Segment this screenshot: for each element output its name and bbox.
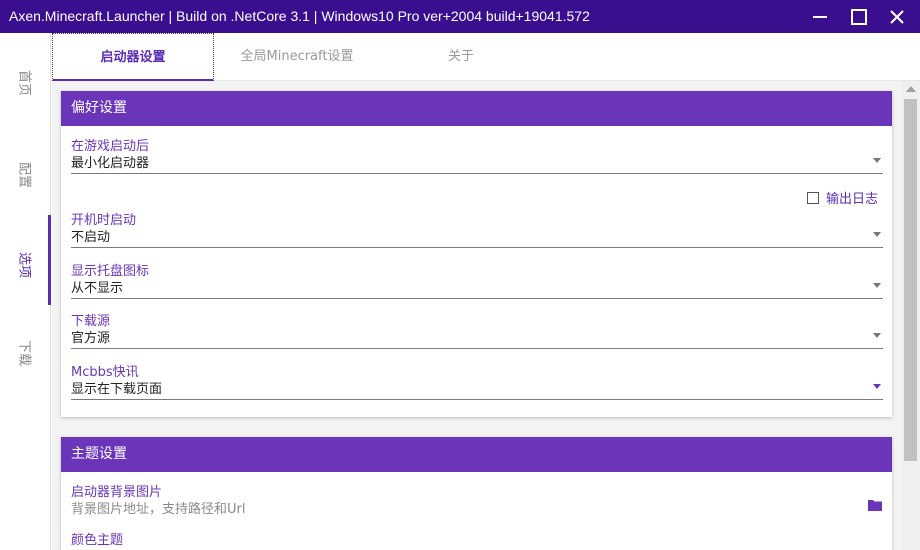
mcbbs-news-value: 显示在下载页面 — [71, 382, 163, 397]
chevron-down-icon — [873, 333, 881, 338]
field-underline — [71, 173, 883, 174]
sidebar-item-label: 选项 — [16, 252, 32, 279]
sidebar-item-download[interactable]: 下载 — [0, 303, 51, 393]
checkbox-box[interactable] — [807, 192, 819, 204]
color-theme-label: 颜色主题 — [71, 533, 124, 548]
mcbbs-news-select[interactable]: Mcbbs快讯 显示在下载页面 — [71, 361, 883, 401]
chevron-down-icon — [873, 283, 881, 288]
sidebar-item-home[interactable]: 首页 — [0, 33, 51, 123]
field-underline — [71, 298, 883, 299]
maximize-icon — [851, 9, 867, 25]
field-underline — [71, 399, 883, 400]
chevron-down-icon — [873, 384, 881, 389]
output-log-checkbox[interactable]: 输出日志 — [807, 188, 878, 207]
download-source-label: 下载源 — [71, 314, 111, 329]
chevron-down-icon — [873, 158, 881, 163]
tray-icon-select[interactable]: 显示托盘图标 从不显示 — [71, 260, 883, 300]
download-source-value: 官方源 — [71, 331, 111, 346]
after-launch-value: 最小化启动器 — [71, 156, 150, 171]
tab-about[interactable]: 关于 — [380, 33, 542, 81]
tab-global-minecraft-settings[interactable]: 全局Minecraft设置 — [216, 33, 378, 81]
tab-bar: 启动器设置 全局Minecraft设置 关于 — [52, 33, 920, 81]
download-source-select[interactable]: 下载源 官方源 — [71, 310, 883, 350]
color-theme-field[interactable]: 颜色主题 — [71, 529, 883, 550]
title-bar: Axen.Minecraft.Launcher | Build on .NetC… — [0, 0, 920, 33]
preferences-card: 偏好设置 在游戏启动后 最小化启动器 输出日志 开机时启动 不启动 显示托盘图标… — [61, 91, 892, 417]
minimize-icon — [813, 16, 827, 18]
sidebar-item-config[interactable]: 配置 — [0, 125, 51, 215]
preferences-header: 偏好设置 — [61, 91, 892, 126]
scroll-up-arrow-icon[interactable] — [906, 86, 916, 92]
chevron-down-icon — [873, 232, 881, 237]
tray-icon-label: 显示托盘图标 — [71, 264, 150, 279]
settings-content: 偏好设置 在游戏启动后 最小化启动器 输出日志 开机时启动 不启动 显示托盘图标… — [52, 81, 902, 550]
background-image-placeholder: 背景图片地址，支持路径和Url — [71, 502, 246, 517]
close-icon — [890, 10, 904, 24]
sidebar-item-label: 首页 — [16, 70, 32, 97]
output-log-label: 输出日志 — [826, 192, 879, 207]
maximize-button[interactable] — [842, 0, 875, 33]
field-underline — [71, 348, 883, 349]
vertical-scrollbar[interactable] — [902, 81, 920, 550]
theme-header: 主题设置 — [61, 437, 892, 472]
background-image-input[interactable]: 启动器背景图片 背景图片地址，支持路径和Url — [71, 481, 883, 521]
theme-card: 主题设置 启动器背景图片 背景图片地址，支持路径和Url 颜色主题 — [61, 437, 892, 550]
mcbbs-news-label: Mcbbs快讯 — [71, 365, 139, 380]
sidebar-item-label: 配置 — [16, 162, 32, 189]
minimize-button[interactable] — [803, 0, 836, 33]
folder-icon[interactable] — [867, 499, 883, 512]
window-title: Axen.Minecraft.Launcher | Build on .NetC… — [9, 8, 590, 24]
field-underline — [71, 247, 883, 248]
scrollbar-thumb[interactable] — [904, 99, 917, 461]
startup-label: 开机时启动 — [71, 213, 137, 228]
tab-launcher-settings[interactable]: 启动器设置 — [52, 33, 214, 81]
close-button[interactable] — [880, 0, 913, 33]
after-launch-select[interactable]: 在游戏启动后 最小化启动器 — [71, 135, 883, 175]
after-launch-label: 在游戏启动后 — [71, 139, 150, 154]
sidebar-item-options[interactable]: 选项 — [0, 215, 51, 305]
sidebar-item-label: 下载 — [16, 340, 32, 367]
tray-icon-value: 从不显示 — [71, 281, 124, 296]
startup-value: 不启动 — [71, 230, 111, 245]
sidebar: 首页 配置 选项 下载 — [0, 33, 51, 550]
startup-select[interactable]: 开机时启动 不启动 — [71, 209, 883, 249]
